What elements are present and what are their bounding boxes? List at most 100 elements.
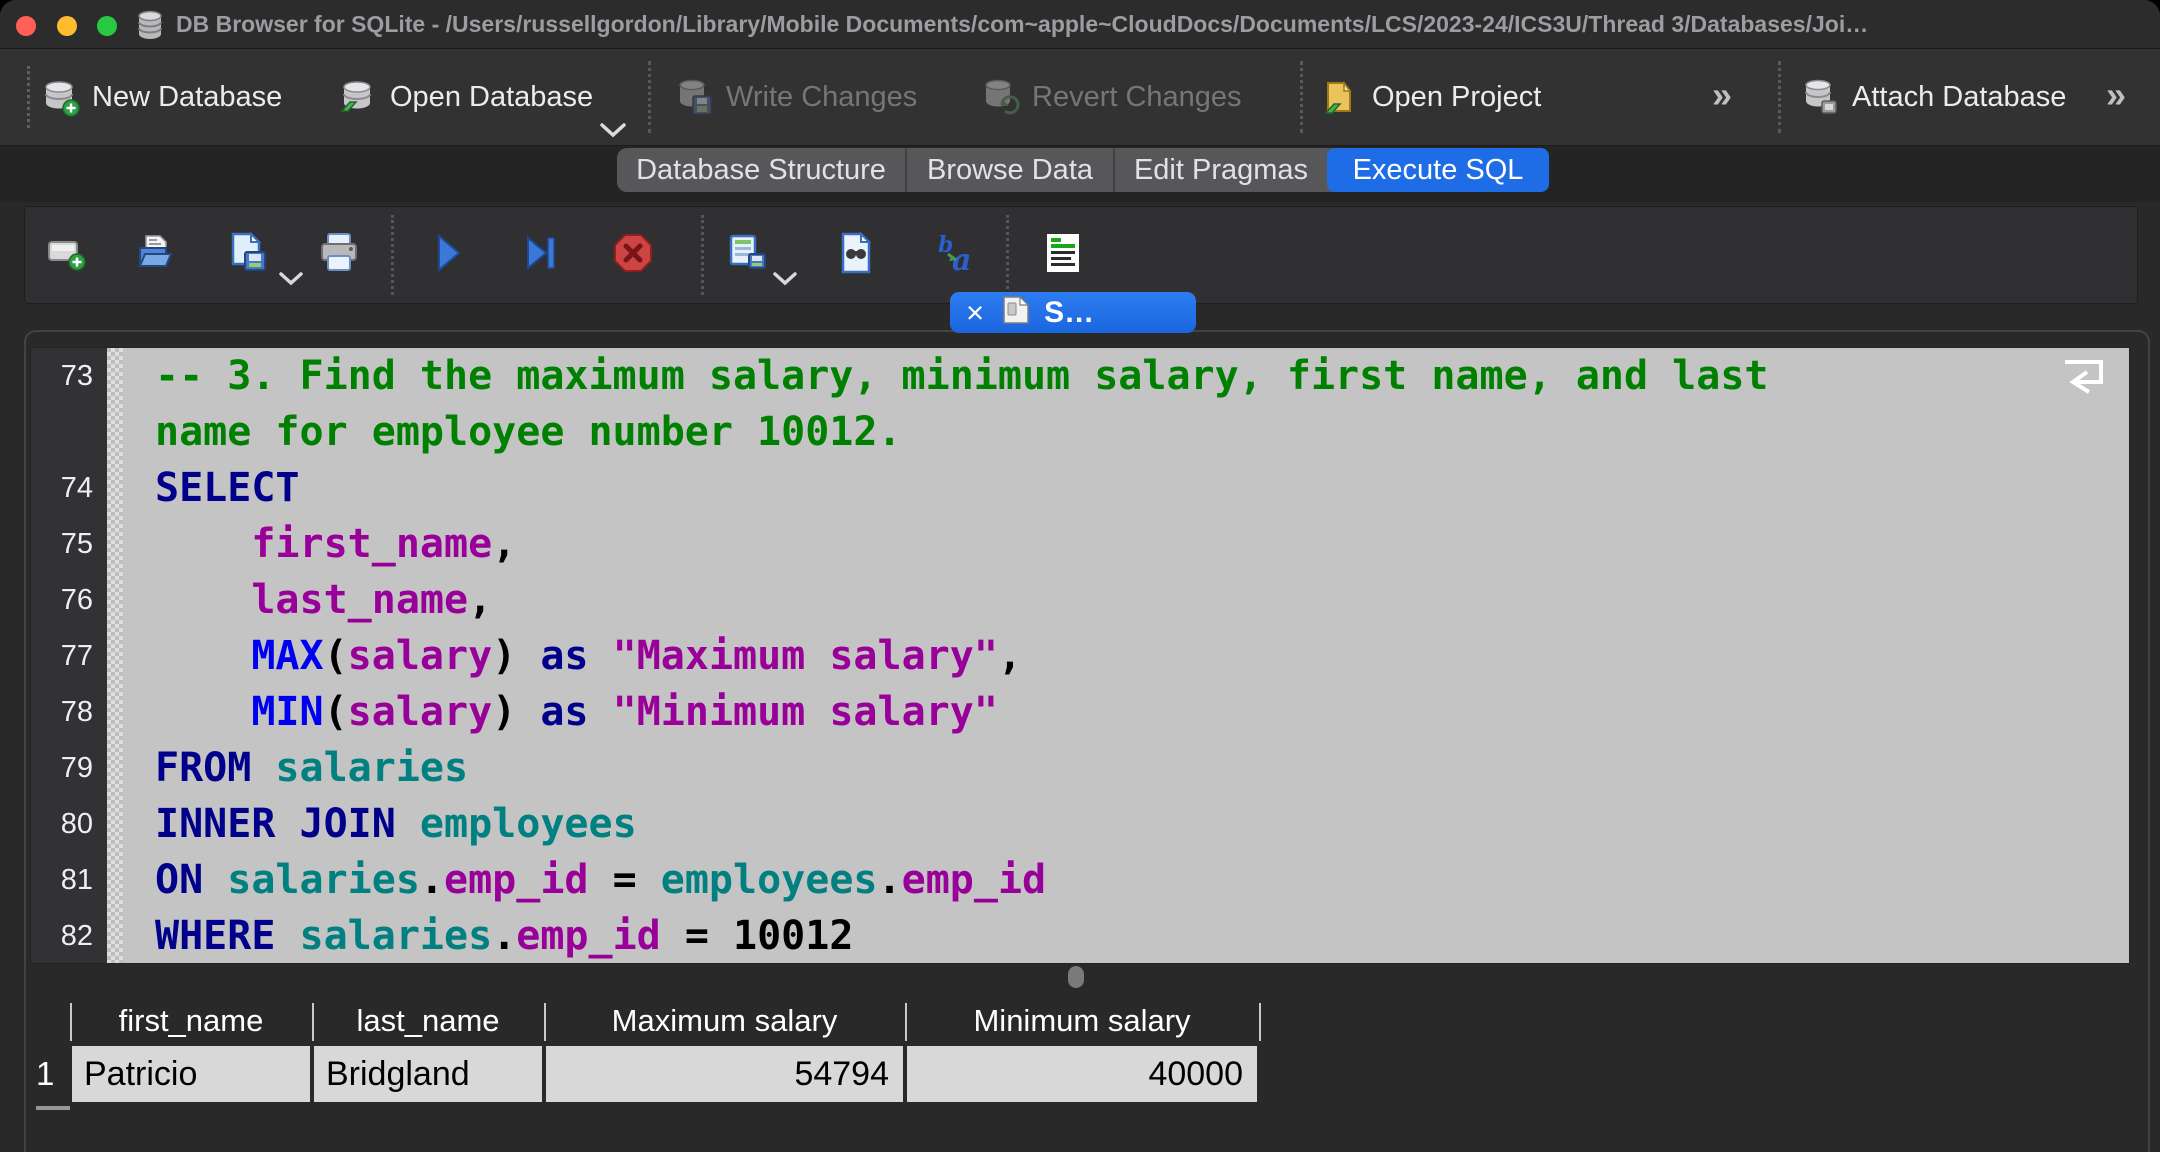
tab-execute-sql[interactable]: Execute SQL <box>1327 148 1549 192</box>
code-token <box>155 577 251 623</box>
attach-database-icon <box>1798 75 1842 119</box>
save-sql-dropdown-icon[interactable] <box>277 271 305 292</box>
export-results-dropdown-icon[interactable] <box>771 271 799 292</box>
main-tab-bar: Database Structure Browse Data Edit Prag… <box>0 146 2160 202</box>
toolbar-drag-handle[interactable] <box>27 66 30 128</box>
db-browser-window: DB Browser for SQLite - /Users/russellgo… <box>0 0 2160 1152</box>
save-sql-file-icon[interactable] <box>225 230 271 276</box>
sql-code-editor[interactable]: 73747576777879808182 -- 3. Find the maxi… <box>30 347 2130 964</box>
code-token: , <box>468 577 492 623</box>
column-header-maximum-salary[interactable]: Maximum salary <box>546 998 903 1044</box>
code-token: ON <box>155 857 203 903</box>
stop-sql-icon[interactable] <box>610 230 656 276</box>
column-separator <box>1259 1003 1261 1041</box>
code-token <box>155 521 251 567</box>
column-header-minimum-salary[interactable]: Minimum salary <box>907 998 1257 1044</box>
code-token: , <box>998 633 1022 679</box>
line-number: 79 <box>31 740 107 796</box>
sql-editor-tab[interactable]: × S… <box>950 292 1196 333</box>
code-line[interactable]: MAX(salary) as "Maximum salary", <box>155 628 2129 684</box>
cell-last-name[interactable]: Bridgland <box>314 1046 542 1102</box>
sql-toolbar-separator <box>391 215 394 295</box>
code-line[interactable]: name for employee number 10012. <box>155 404 2129 460</box>
cell-maximum-salary[interactable]: 54794 <box>546 1046 903 1102</box>
code-line[interactable]: FROM salaries <box>155 740 2129 796</box>
column-header-last-name[interactable]: last_name <box>314 998 542 1044</box>
titlebar[interactable]: DB Browser for SQLite - /Users/russellgo… <box>0 0 2160 49</box>
code-line[interactable]: first_name, <box>155 516 2129 572</box>
tab-edit-pragmas[interactable]: Edit Pragmas <box>1113 148 1327 192</box>
editor-code[interactable]: -- 3. Find the maximum salary, minimum s… <box>123 348 2129 964</box>
code-line[interactable]: SELECT <box>155 460 2129 516</box>
write-changes-button: Write Changes <box>672 49 917 145</box>
code-token: FROM <box>155 745 251 791</box>
open-database-label: Open Database <box>390 81 593 114</box>
minimize-window-button[interactable] <box>57 16 77 36</box>
execute-sql-icon[interactable] <box>425 230 471 276</box>
code-token: ) <box>492 689 540 735</box>
print-icon[interactable] <box>316 230 362 276</box>
open-project-button[interactable]: Open Project <box>1318 49 1541 145</box>
code-line[interactable]: MIN(salary) as "Minimum salary" <box>155 684 2129 740</box>
row-number[interactable]: 1 <box>26 1046 54 1102</box>
code-token: as <box>540 633 588 679</box>
code-token <box>251 745 275 791</box>
line-number: 78 <box>31 684 107 740</box>
column-header-first-name[interactable]: first_name <box>72 998 310 1044</box>
new-database-icon <box>38 75 82 119</box>
export-results-icon[interactable] <box>725 230 771 276</box>
cell-minimum-salary[interactable]: 40000 <box>907 1046 1257 1102</box>
code-token: "Minimum salary" <box>613 689 998 735</box>
word-wrap-icon[interactable] <box>1040 230 1086 276</box>
attach-database-button[interactable]: Attach Database <box>1798 49 2066 145</box>
line-number: 74 <box>31 460 107 516</box>
open-database-icon <box>336 75 380 119</box>
code-token: -- 3. Find the maximum salary, minimum s… <box>155 353 1769 399</box>
code-token: salaries <box>227 857 420 903</box>
splitter-handle[interactable] <box>1068 966 1084 988</box>
new-database-button[interactable]: New Database <box>38 49 282 145</box>
execute-current-line-icon[interactable] <box>518 230 564 276</box>
attach-database-label: Attach Database <box>1852 81 2066 114</box>
editor-fold-margin <box>107 348 123 964</box>
toolbar-overflow-icon[interactable]: » <box>1712 49 1732 145</box>
line-number: 82 <box>31 908 107 964</box>
open-database-button[interactable]: Open Database <box>336 49 593 145</box>
tab-browse-data[interactable]: Browse Data <box>905 148 1113 192</box>
cell-first-name[interactable]: Patricio <box>72 1046 310 1102</box>
code-token: SELECT <box>155 465 300 511</box>
code-line[interactable]: INNER JOIN employees <box>155 796 2129 852</box>
zoom-window-button[interactable] <box>97 16 117 36</box>
code-token: emp_id <box>902 857 1047 903</box>
code-token: emp_id <box>444 857 589 903</box>
sql-toolbar-separator <box>1006 215 1009 295</box>
toolbar-separator <box>1300 61 1303 133</box>
code-line[interactable]: last_name, <box>155 572 2129 628</box>
code-line[interactable]: ON salaries.emp_id = employees.emp_id <box>155 852 2129 908</box>
code-token: ( <box>324 689 348 735</box>
close-sql-tab-icon[interactable]: × <box>966 292 984 333</box>
code-token: name for employee number 10012. <box>155 409 902 455</box>
open-sql-tab-icon[interactable] <box>44 230 90 276</box>
line-number <box>31 404 107 460</box>
code-line[interactable]: WHERE salaries.emp_id = 10012 <box>155 908 2129 964</box>
code-token: employees <box>661 857 878 903</box>
code-token: = <box>661 913 733 959</box>
code-line[interactable]: -- 3. Find the maximum salary, minimum s… <box>155 348 2129 404</box>
toolbar-overflow-icon[interactable]: » <box>2106 49 2126 145</box>
close-window-button[interactable] <box>16 16 36 36</box>
results-table: first_name last_name Maximum salary Mini… <box>26 995 2146 1152</box>
main-toolbar: New Database Open Database Write Changes… <box>0 49 2160 146</box>
code-token <box>155 689 251 735</box>
find-replace-icon[interactable]: ba <box>932 230 978 276</box>
code-token: salary <box>348 633 493 679</box>
tab-database-structure[interactable]: Database Structure <box>617 148 905 192</box>
code-token: = <box>589 857 661 903</box>
code-token: employees <box>420 801 637 847</box>
code-token: MAX <box>251 633 323 679</box>
open-sql-file-icon[interactable] <box>132 230 178 276</box>
find-in-sql-icon[interactable] <box>833 230 879 276</box>
open-database-dropdown-icon[interactable] <box>598 121 628 144</box>
code-token <box>155 633 251 679</box>
write-changes-icon <box>672 75 716 119</box>
